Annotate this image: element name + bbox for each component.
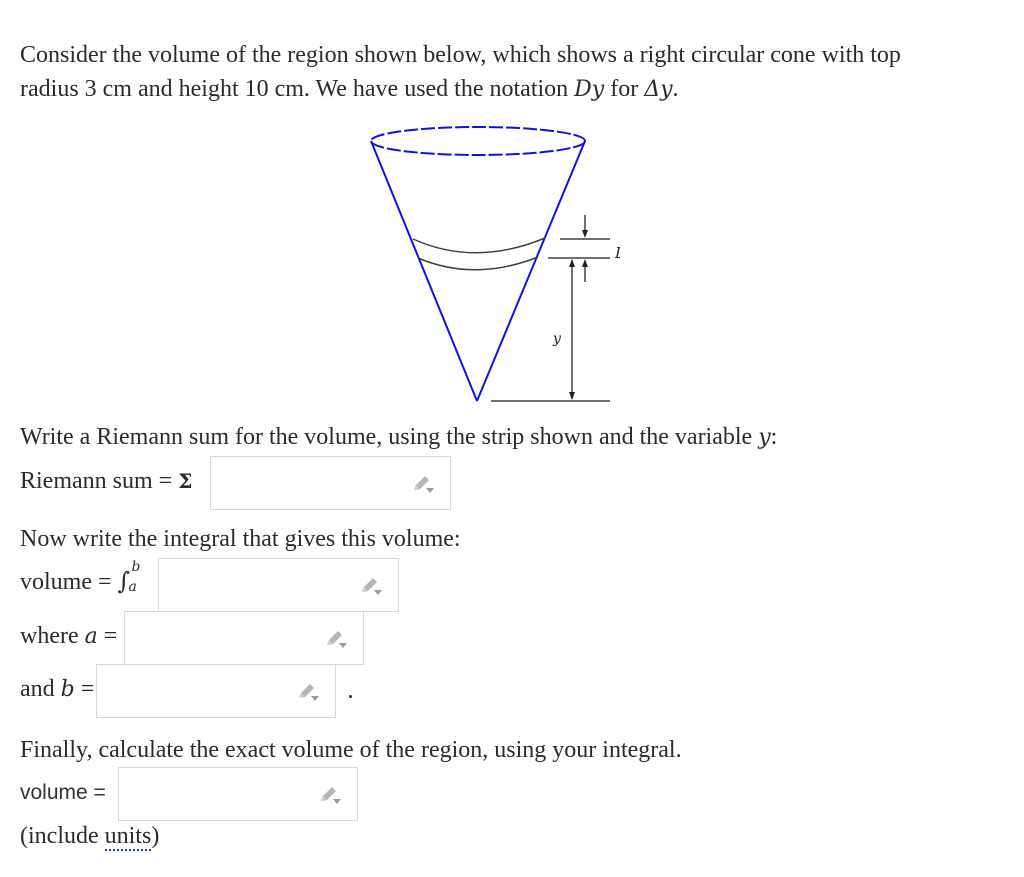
intro-text-1: Consider the volume of the region shown … <box>20 42 901 68</box>
sigma-symbol: Σ <box>178 469 193 493</box>
units-note: (include units) <box>20 822 159 851</box>
limit-a-eq: = <box>97 623 118 649</box>
pencil-dropdown-icon[interactable] <box>359 575 385 597</box>
lower-limit: a <box>128 579 137 595</box>
riemann-prompt-text: Write a Riemann sum for the volume, usin… <box>20 424 759 450</box>
upper-limit: b <box>131 559 141 575</box>
riemann-sum-input[interactable] <box>210 456 451 510</box>
pencil-dropdown-icon[interactable] <box>296 681 322 703</box>
limit-b-and: and <box>20 676 61 702</box>
final-volume-input[interactable] <box>118 767 358 821</box>
final-volume-label: volume = <box>20 781 106 804</box>
label-y: y <box>552 331 562 347</box>
dy-arrowhead-down <box>582 230 588 238</box>
riemann-label-text: Riemann sum = <box>20 468 179 494</box>
pencil-dropdown-icon[interactable] <box>318 784 344 806</box>
limit-a-label: where a = <box>20 622 117 651</box>
limit-b-label: and b = <box>20 675 94 704</box>
strip-bottom-curve <box>417 256 539 271</box>
riemann-label: Riemann sum = Σ <box>20 467 192 496</box>
riemann-prompt-colon: : <box>770 424 778 450</box>
intro-period: . <box>672 76 679 102</box>
intro-line-2: radius 3 cm and height 10 cm. We have us… <box>20 75 679 104</box>
upper-limit-input[interactable] <box>96 664 336 718</box>
intro-text-2: radius 3 cm and height 10 cm. We have us… <box>20 76 575 102</box>
units-note-prefix: (include <box>20 823 105 849</box>
limit-b-var: b <box>60 677 75 702</box>
integral-symbol: ∫ b a <box>118 559 144 596</box>
units-help-link[interactable]: units <box>104 823 152 851</box>
limit-b-eq: = <box>74 676 95 702</box>
label-dy: Dy <box>614 244 620 262</box>
cone-figure: Dy y <box>370 126 620 402</box>
intro-text-for: for <box>604 76 645 102</box>
integral-label-text: volume = <box>20 569 118 595</box>
limit-a-var: a <box>84 624 98 649</box>
riemann-prompt: Write a Riemann sum for the volume, usin… <box>20 423 777 452</box>
dy-arrowhead-up <box>582 259 588 267</box>
intro-line-1: Consider the volume of the region shown … <box>20 41 901 70</box>
pencil-dropdown-icon[interactable] <box>324 628 350 650</box>
riemann-prompt-var: y <box>758 425 771 450</box>
cone-left-side <box>370 140 478 402</box>
lower-limit-input[interactable] <box>124 611 364 665</box>
intro-var-delta-y: Δy <box>644 77 673 102</box>
pencil-dropdown-icon[interactable] <box>411 473 437 495</box>
trailing-period <box>349 695 352 698</box>
y-arrowhead-down <box>569 392 575 400</box>
y-arrowhead-up <box>569 259 575 267</box>
integrand-input[interactable] <box>158 558 399 612</box>
cone-right-side <box>476 140 586 402</box>
units-note-end: ) <box>151 823 160 849</box>
intro-var-dy: Dy <box>574 77 605 102</box>
limit-a-where: where <box>20 623 85 649</box>
cone-top-ellipse <box>370 126 586 156</box>
strip-top-curve <box>412 237 546 254</box>
integral-label: volume = ∫ b a <box>20 559 144 597</box>
final-prompt: Finally, calculate the exact volume of t… <box>20 737 682 763</box>
integral-prompt: Now write the integral that gives this v… <box>20 526 461 552</box>
